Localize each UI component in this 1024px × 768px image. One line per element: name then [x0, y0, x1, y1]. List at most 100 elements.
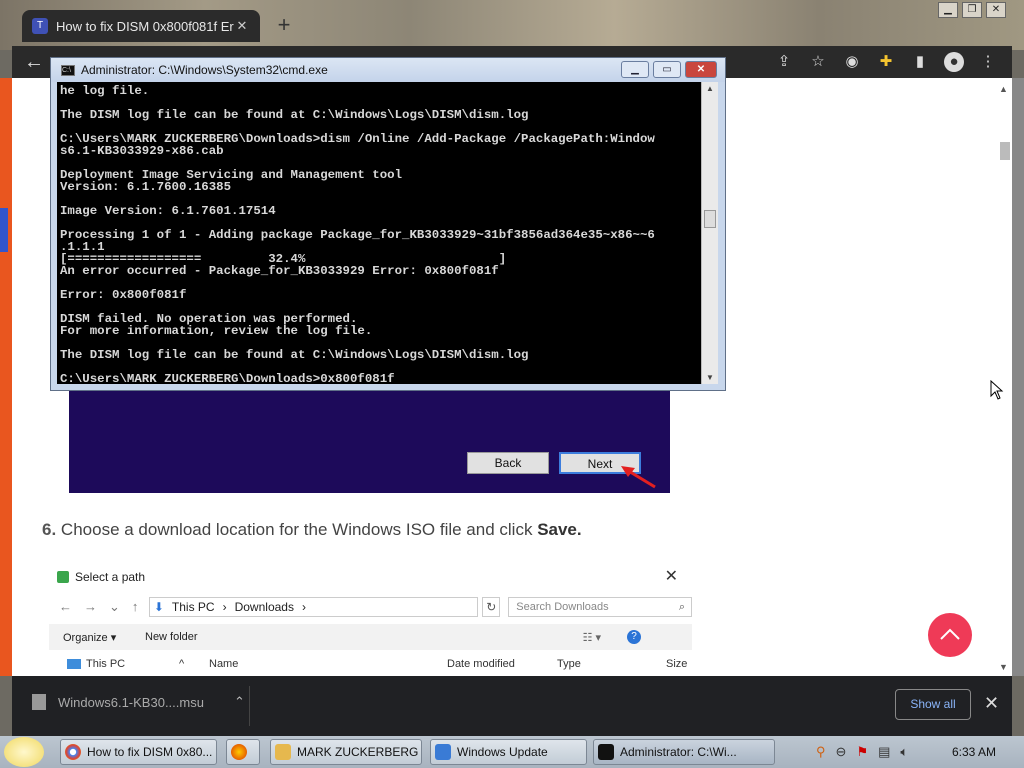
taskbar-folder[interactable]: MARK ZUCKERBERG — [270, 739, 422, 765]
collapse-chevron-icon: ^ — [179, 658, 185, 670]
dialog-header: Select a path — [57, 570, 145, 584]
browser-tab-strip: T How to fix DISM 0x800f081f Erro ✕ + ▁ … — [0, 0, 1024, 50]
mouse-pointer-icon — [990, 380, 1004, 400]
red-arrow-icon — [621, 466, 656, 489]
download-file-name: Windows6.1-KB30....msu — [58, 694, 204, 710]
taskbar-chrome-label: How to fix DISM 0x80... — [87, 745, 213, 759]
refresh-icon: ↻ — [482, 597, 501, 617]
cmd-title: Administrator: C:\Windows\System32\cmd.e… — [81, 63, 328, 77]
action-center-icon[interactable]: ⚑ — [856, 744, 868, 760]
wizard-back-button: Back — [467, 452, 549, 474]
cmd-scroll-up-icon[interactable]: ▲ — [706, 84, 714, 93]
minimize-icon[interactable]: ▁ — [938, 2, 958, 18]
cmd-close-button[interactable]: ✕ — [685, 61, 717, 78]
console-line: he log file. — [60, 84, 150, 98]
step-bold-text: Save. — [537, 520, 582, 539]
search-downloads-box: Search Downloads ⌕ — [508, 597, 692, 617]
breadcrumb-downloads: Downloads — [234, 600, 294, 614]
new-folder-button: New folder — [145, 631, 198, 643]
address-box: ⬇ This PC › Downloads › — [148, 597, 479, 617]
cmd-console-output[interactable]: he log file. The DISM log file can be fo… — [57, 82, 701, 384]
back-arrow-icon[interactable]: ← — [24, 51, 44, 74]
taskbar-firefox[interactable] — [226, 739, 260, 765]
scrollbar-thumb[interactable] — [1000, 142, 1010, 160]
antivirus-icon[interactable]: ⊖ — [836, 744, 847, 760]
show-all-button[interactable]: Show all — [895, 689, 971, 720]
cmd-window[interactable]: C:\ Administrator: C:\Windows\System32\c… — [50, 57, 726, 391]
chevron-up-icon[interactable]: ⌃ — [234, 694, 245, 710]
console-line: C:\Users\MARK ZUCKERBERG\Downloads>0x800… — [60, 372, 395, 384]
tab-title: How to fix DISM 0x800f081f Erro — [56, 18, 234, 34]
scroll-up-icon[interactable]: ▲ — [999, 84, 1008, 94]
step-six-text: 6. Choose a download location for the Wi… — [42, 520, 582, 540]
close-download-bar-icon[interactable]: ✕ — [984, 693, 999, 714]
view-options-icon: ☷ ▾ — [582, 631, 602, 644]
download-item[interactable]: Windows6.1-KB30....msu ⌃ — [32, 694, 245, 710]
download-bar: Windows6.1-KB30....msu ⌃ Show all ✕ — [12, 676, 1012, 736]
dialog-close-icon: ✕ — [664, 568, 678, 585]
close-icon[interactable]: ✕ — [986, 2, 1006, 18]
folder-icon — [275, 744, 291, 760]
cmd-minimize-button[interactable]: ▁ — [621, 61, 649, 78]
scroll-to-top-button[interactable] — [928, 613, 972, 657]
menu-kebab-icon[interactable]: ⋮ — [978, 52, 998, 72]
tab-close-icon[interactable]: ✕ — [234, 18, 250, 34]
taskbar-chrome[interactable]: How to fix DISM 0x80... — [60, 739, 217, 765]
nav-arrows: ← → ⌄ ↑ — [49, 599, 149, 615]
column-date-modified: Date modified — [447, 658, 515, 670]
profile-avatar-icon[interactable]: ● — [944, 52, 964, 72]
console-line: Version: 6.1.7600.16385 — [60, 180, 232, 194]
monitor-icon — [67, 659, 81, 669]
console-line: For more information, review the log fil… — [60, 324, 373, 338]
column-name: Name — [209, 658, 239, 670]
chrome-icon — [65, 744, 81, 760]
select-path-dialog-screenshot: Select a path ✕ ← → ⌄ ↑ ⬇ This PC › Down… — [49, 564, 692, 676]
new-tab-button[interactable]: + — [272, 14, 296, 38]
volume-icon[interactable]: 🔈︎ — [900, 744, 908, 760]
bookmark-star-icon[interactable]: ☆ — [808, 52, 828, 72]
column-size: Size — [666, 658, 688, 670]
console-line: s6.1-KB3033929-x86.cab — [60, 144, 224, 158]
network-icon[interactable]: ▤ — [878, 744, 890, 760]
extension-flag-icon[interactable]: ◉ — [842, 52, 862, 72]
scroll-down-icon[interactable]: ▼ — [999, 662, 1008, 672]
search-icon[interactable]: ⚲ — [816, 744, 826, 760]
cmd-scroll-down-icon[interactable]: ▼ — [706, 373, 714, 382]
system-tray: ⚲ ⊖ ⚑ ▤ 🔈︎ — [816, 744, 908, 760]
firefox-icon — [231, 744, 247, 760]
taskbar-cmd-label: Administrator: C:\Wi... — [620, 745, 737, 759]
share-icon[interactable]: ⇪ — [774, 52, 794, 72]
organize-menu: Organize ▾ — [63, 631, 117, 644]
taskbar: How to fix DISM 0x80... MARK ZUCKERBERG … — [0, 736, 1024, 768]
page-scrollbar[interactable]: ▲ ▼ — [996, 78, 1012, 676]
step-text: Choose a download location for the Windo… — [60, 520, 533, 539]
side-panel-icon[interactable]: ▮ — [910, 52, 930, 72]
back-icon: ← — [59, 599, 72, 614]
search-placeholder: Search Downloads — [516, 601, 609, 613]
console-line: The DISM log file can be found at C:\Win… — [60, 348, 529, 362]
toolbar-icons: ⇪ ☆ ◉ ✚ ▮ ● ⋮ — [774, 52, 998, 72]
up-icon: ↑ — [131, 599, 139, 614]
cmd-scrollbar[interactable]: ▲ ▼ — [701, 82, 718, 384]
browser-tab[interactable]: T How to fix DISM 0x800f081f Erro ✕ — [22, 10, 260, 42]
window-controls: ▁ ❐ ✕ — [938, 2, 1006, 18]
clock[interactable]: 6:33 AM — [952, 745, 996, 759]
column-header-row: This PC ^ Name Date modified Type Size — [49, 654, 692, 676]
taskbar-cmd[interactable]: Administrator: C:\Wi... — [593, 739, 775, 765]
start-orb-button[interactable] — [4, 737, 44, 767]
cmd-scrollbar-thumb[interactable] — [704, 210, 716, 228]
extensions-puzzle-icon[interactable]: ✚ — [876, 52, 896, 72]
cmd-maximize-button[interactable]: ▭ — [653, 61, 681, 78]
taskbar-windows-update[interactable]: Windows Update — [430, 739, 587, 765]
wizard-screenshot: Back Next — [69, 390, 670, 493]
chevron-up-icon — [940, 628, 960, 640]
console-line: Error: 0x800f081f — [60, 288, 187, 302]
console-line: Processing 1 of 1 - Adding package Packa… — [60, 228, 655, 242]
restore-icon[interactable]: ❐ — [962, 2, 982, 18]
tree-this-pc: This PC — [67, 658, 125, 670]
dialog-title: Select a path — [75, 570, 146, 584]
taskbar-windows-update-label: Windows Update — [457, 745, 548, 759]
download-arrow-icon: ⬇ — [153, 600, 164, 614]
cmd-icon — [598, 744, 614, 760]
file-icon — [32, 694, 46, 710]
